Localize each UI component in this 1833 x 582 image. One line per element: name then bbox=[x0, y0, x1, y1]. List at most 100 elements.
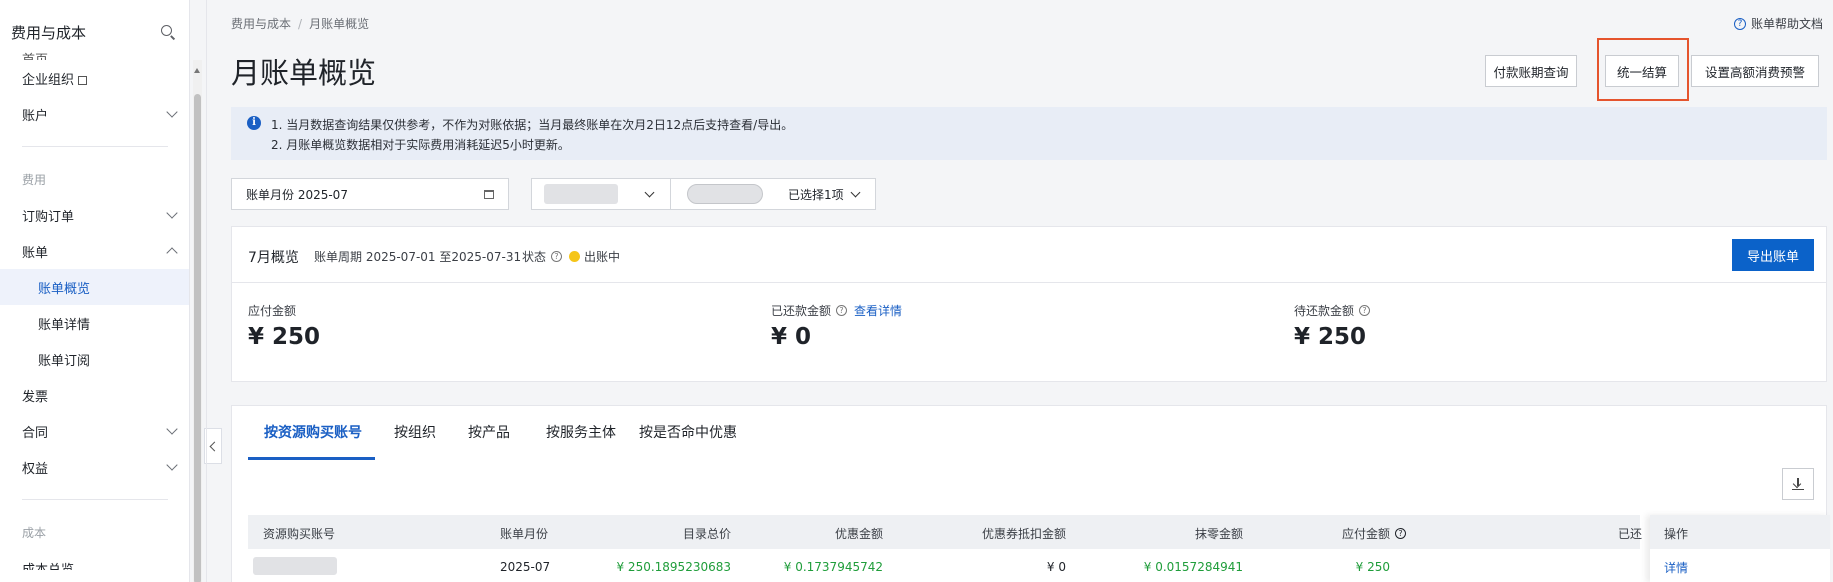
sidebar-item-account[interactable]: 账户 bbox=[0, 96, 189, 132]
col-coupon: 优惠券抵扣金额 bbox=[981, 527, 1066, 541]
col-ops: 操作 bbox=[1650, 515, 1830, 549]
col-account: 资源购买账号 bbox=[263, 527, 336, 541]
bill-status: 状态 ? 出账中 bbox=[522, 248, 620, 265]
sidebar-item-contract[interactable]: 合同 bbox=[0, 413, 189, 449]
account-select[interactable] bbox=[531, 178, 671, 210]
table-header: 资源购买账号 账单月份 目录总价 优惠金额 优惠券抵扣金额 抹零金额 应付金额?… bbox=[248, 515, 1643, 549]
payment-query-button[interactable]: 付款账期查询 bbox=[1485, 55, 1577, 87]
redacted-tag bbox=[687, 184, 763, 204]
payable-amount: ¥ 250 bbox=[248, 324, 321, 350]
col-repaid: 已还 bbox=[1618, 527, 1643, 541]
breadcrumb-current: 月账单概览 bbox=[309, 17, 370, 31]
overview-title: 7月概览 bbox=[248, 250, 299, 266]
page-title: 月账单概览 bbox=[231, 56, 377, 90]
col-payable: 应付金额? bbox=[1342, 525, 1406, 542]
sidebar-item-label: 账单 bbox=[22, 245, 49, 261]
sidebar-scrollbar[interactable] bbox=[193, 60, 202, 582]
view-details-link[interactable]: 查看详情 bbox=[854, 302, 902, 319]
sidebar-item-label-wrap: 企业组织 bbox=[22, 69, 88, 88]
external-link-icon bbox=[78, 75, 88, 85]
sidebar-item-label: 账单详情 bbox=[38, 317, 91, 333]
tab-by-account[interactable]: 按资源购买账号 bbox=[264, 422, 362, 442]
help-doc-link[interactable]: ? 账单帮助文档 bbox=[1733, 15, 1823, 32]
col-discount: 优惠金额 bbox=[834, 527, 883, 541]
sidebar-item-cost-overview[interactable]: 成本总览 bbox=[0, 550, 189, 570]
chevron-down-icon bbox=[850, 187, 861, 197]
chevron-down-icon bbox=[166, 106, 178, 118]
notice-line-1: 1. 当月数据查询结果仅供参考，不作为对账依据；当月最终账单在次月2日12点后支… bbox=[271, 118, 794, 132]
info-icon: i bbox=[247, 116, 261, 130]
chevron-down-icon bbox=[166, 459, 178, 471]
breadcrumb-root[interactable]: 费用与成本 bbox=[231, 17, 291, 31]
table-row: 2025-07 ¥ 250.1895230683 ¥ 0.1737945742 … bbox=[248, 549, 1640, 582]
scroll-up-arrow-icon[interactable] bbox=[194, 68, 200, 73]
cell-list-price: ¥ 250.1895230683 bbox=[616, 560, 731, 574]
operations-column: 操作 详情 bbox=[1650, 515, 1830, 582]
sidebar-item-label: 账单订阅 bbox=[38, 353, 91, 369]
multi-select-filter[interactable]: 已选择1项 bbox=[670, 178, 876, 210]
calendar-icon bbox=[484, 189, 494, 199]
sidebar-item-orders[interactable]: 订购订单 bbox=[0, 197, 189, 233]
sidebar-item-bills[interactable]: 账单 bbox=[0, 233, 189, 269]
repaid-label-text: 已还款金额 bbox=[771, 304, 832, 318]
chevron-down-icon bbox=[644, 187, 655, 197]
cell-rounding: ¥ 0.0157284941 bbox=[1143, 560, 1243, 574]
breadcrumb: 费用与成本 / 月账单概览 bbox=[231, 15, 369, 32]
status-value: 出账中 bbox=[584, 250, 621, 264]
sidebar-item-label: 权益 bbox=[22, 461, 49, 477]
sidebar-divider bbox=[22, 499, 168, 500]
breakdown-tabs: 按资源购买账号 按组织 按产品 按服务主体 按是否命中优惠 bbox=[232, 406, 1826, 460]
scrollbar-thumb[interactable] bbox=[194, 94, 201, 582]
sidebar-item-label: 成本总览 bbox=[22, 559, 74, 570]
billing-period: 账单周期 2025-07-01 至2025-07-31 bbox=[314, 250, 522, 264]
download-button[interactable] bbox=[1782, 468, 1814, 500]
high-spend-alert-button[interactable]: 设置高额消费预警 bbox=[1691, 55, 1819, 87]
help-icon[interactable]: ? bbox=[1359, 305, 1371, 316]
payable-label-text: 应付金额 bbox=[248, 304, 297, 318]
billing-month-picker[interactable]: 账单月份 2025-07 bbox=[231, 178, 509, 210]
col-month: 账单月份 bbox=[500, 527, 549, 541]
help-icon[interactable]: ? bbox=[1395, 528, 1406, 539]
sidebar-item-bill-details[interactable]: 账单详情 bbox=[0, 305, 189, 341]
search-icon[interactable] bbox=[159, 23, 177, 41]
export-bill-button[interactable]: 导出账单 bbox=[1732, 239, 1814, 271]
sidebar-group-label: 费用 bbox=[22, 172, 47, 187]
sidebar-menu: 首页 企业组织 账户 费用 订购订单 账单 账单概览 账单详情 账单订阅 bbox=[0, 44, 189, 570]
active-tab-indicator bbox=[248, 457, 375, 460]
month-overview-card: 7月概览 账单周期 2025-07-01 至2025-07-31 状态 ? 出账… bbox=[231, 226, 1827, 382]
download-icon-base bbox=[1792, 488, 1804, 490]
sidebar-item-invoice[interactable]: 发票 bbox=[0, 377, 189, 413]
sidebar-item-home[interactable]: 首页 bbox=[0, 44, 189, 60]
redacted-value bbox=[544, 184, 618, 204]
pending-label: 待还款金额 ? bbox=[1294, 302, 1375, 319]
notice-line-2: 2. 月账单概览数据相对于实际费用消耗延迟5小时更新。 bbox=[271, 138, 570, 152]
sidebar-item-label: 首页 bbox=[22, 54, 48, 60]
sidebar: 费用与成本 首页 企业组织 账户 费用 订购订单 账单 账单概览 账单详情 bbox=[0, 0, 190, 582]
question-icon: ? bbox=[1733, 17, 1746, 30]
sidebar-group-label: 成本 bbox=[22, 525, 47, 540]
sidebar-item-bill-overview[interactable]: 账单概览 bbox=[0, 269, 189, 305]
pending-label-text: 待还款金额 bbox=[1294, 304, 1355, 318]
chevron-down-icon bbox=[166, 423, 178, 435]
tab-by-entity[interactable]: 按服务主体 bbox=[546, 422, 616, 442]
redacted-account bbox=[253, 557, 337, 575]
repaid-label: 已还款金额 ? 查看详情 bbox=[771, 302, 902, 319]
sidebar-item-organization[interactable]: 企业组织 bbox=[0, 60, 189, 96]
sidebar-item-label: 企业组织 bbox=[22, 72, 75, 88]
sidebar-item-label: 合同 bbox=[22, 425, 49, 441]
breakdown-card: 按资源购买账号 按组织 按产品 按服务主体 按是否命中优惠 资源购买账号 账单月… bbox=[231, 405, 1830, 582]
tab-by-product[interactable]: 按产品 bbox=[468, 422, 510, 442]
sidebar-item-benefits[interactable]: 权益 bbox=[0, 449, 189, 485]
sidebar-item-label: 订购订单 bbox=[22, 209, 75, 225]
col-rounding: 抹零金额 bbox=[1194, 527, 1243, 541]
help-icon[interactable]: ? bbox=[836, 305, 848, 316]
cell-payable: ¥ 250 bbox=[1355, 560, 1390, 574]
tab-by-organization[interactable]: 按组织 bbox=[394, 422, 436, 442]
tab-by-discount-hit[interactable]: 按是否命中优惠 bbox=[639, 422, 737, 442]
help-icon[interactable]: ? bbox=[551, 251, 563, 262]
row-details-link[interactable]: 详情 bbox=[1650, 549, 1830, 576]
sidebar-item-label: 账单概览 bbox=[38, 281, 91, 297]
breadcrumb-separator: / bbox=[298, 17, 303, 31]
main-content: 费用与成本 / 月账单概览 ? 账单帮助文档 月账单概览 付款账期查询 统一结算 设… bbox=[206, 0, 1833, 582]
sidebar-item-bill-subscription[interactable]: 账单订阅 bbox=[0, 341, 189, 377]
